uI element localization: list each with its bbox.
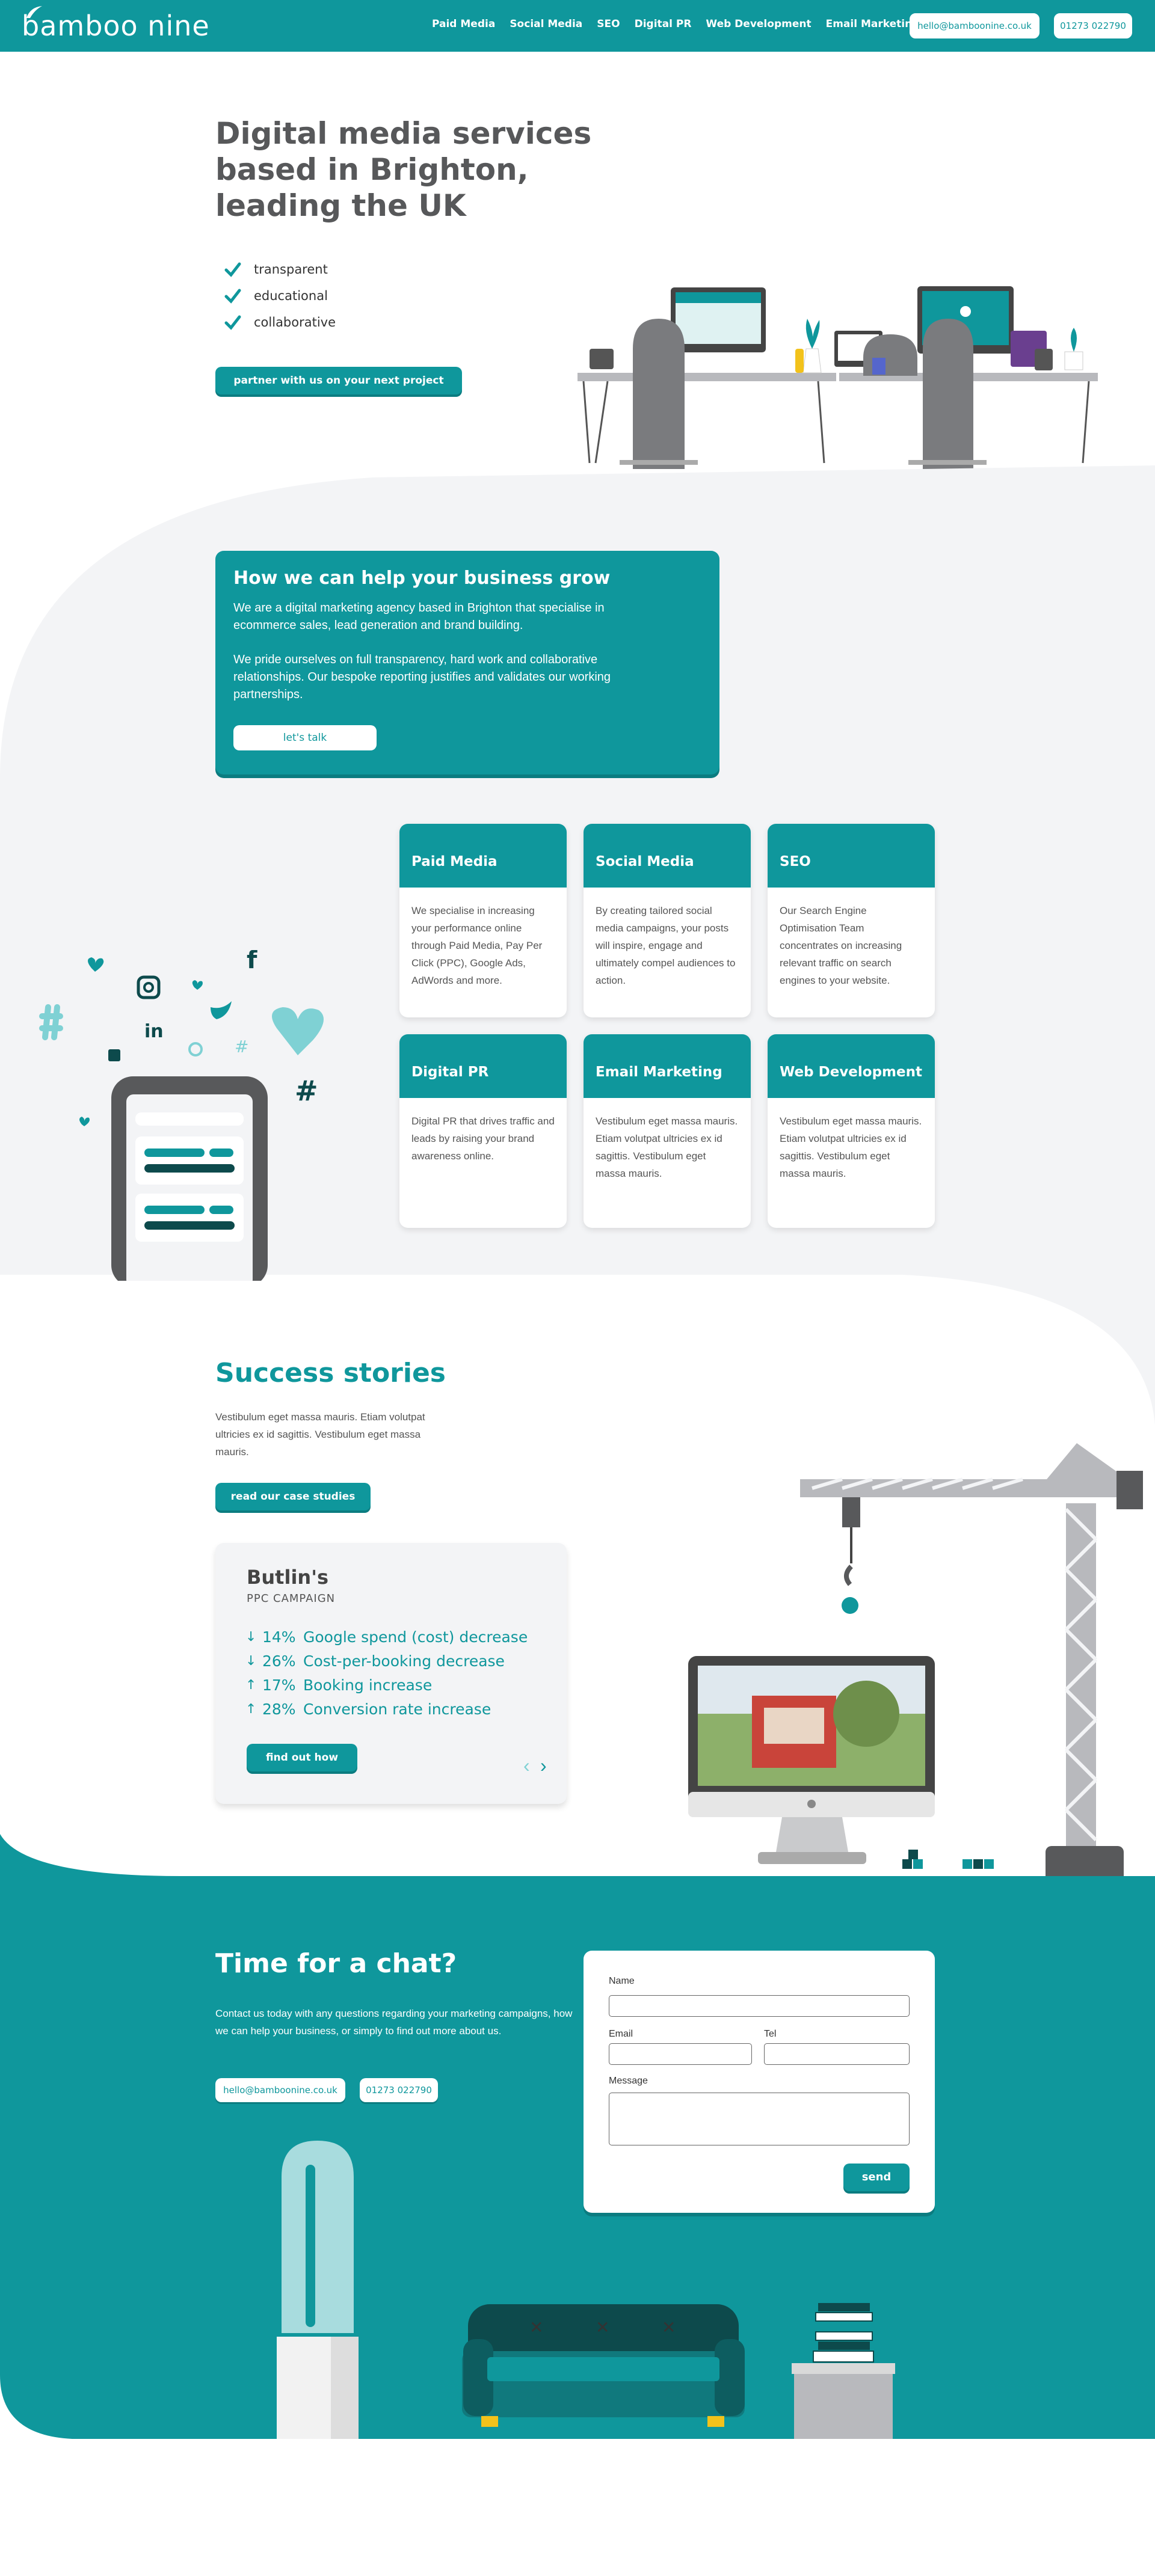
chat-title: Time for a chat? xyxy=(215,1948,457,1979)
arrow-up-icon: ↑ xyxy=(245,1701,257,1717)
check-label: transparent xyxy=(254,262,328,277)
check-icon xyxy=(224,262,241,277)
arrow-up-icon: ↑ xyxy=(245,1677,257,1693)
help-title: How we can help your business grow xyxy=(233,568,611,589)
stat-row: ↑ 17% Booking increase xyxy=(245,1673,528,1697)
check-icon xyxy=(224,289,241,304)
carousel-prev-icon[interactable]: ‹ xyxy=(523,1755,530,1777)
message-textarea[interactable] xyxy=(609,2093,910,2145)
site-logo[interactable]: bamboo nine xyxy=(22,10,210,42)
svg-text:#: # xyxy=(235,1037,248,1056)
help-paragraph-1: We are a digital marketing agency based … xyxy=(233,601,605,632)
check-item: transparent xyxy=(224,256,336,283)
site-header: bamboo nine Paid Media Social Media SEO … xyxy=(0,0,1155,52)
stat-label: Conversion rate increase xyxy=(303,1700,491,1718)
help-paragraph-2: We pride ourselves on full transparency,… xyxy=(233,653,611,701)
header-phone-button[interactable]: 01273 022790 xyxy=(1054,13,1132,38)
stat-row: ↓ 14% Google spend (cost) decrease xyxy=(245,1625,528,1649)
nav-seo[interactable]: SEO xyxy=(597,18,620,30)
stat-label: Google spend (cost) decrease xyxy=(303,1628,528,1646)
svg-text:✕: ✕ xyxy=(662,2317,676,2337)
case-studies-button[interactable]: read our case studies xyxy=(215,1483,371,1510)
nav-web-development[interactable]: Web Development xyxy=(706,18,811,30)
message-label: Message xyxy=(609,2076,648,2086)
email-input[interactable] xyxy=(609,2043,752,2065)
check-item: educational xyxy=(224,283,336,309)
check-item: collaborative xyxy=(224,309,336,336)
nav-paid-media[interactable]: Paid Media xyxy=(432,18,495,30)
service-text: Vestibulum eget massa mauris. Etiam volu… xyxy=(780,1115,922,1179)
svg-text:✕: ✕ xyxy=(529,2317,543,2337)
partner-button[interactable]: partner with us on your next project xyxy=(215,367,462,394)
chat-phone-button[interactable]: 01273 022790 xyxy=(360,2078,438,2102)
hero-title: Digital media services based in Brighton… xyxy=(215,116,592,223)
hero-checklist: transparent educational collaborative xyxy=(224,256,336,336)
stat-row: ↑ 28% Conversion rate increase xyxy=(245,1697,528,1721)
chat-email-button[interactable]: hello@bamboonine.co.uk xyxy=(215,2078,345,2102)
service-text: Our Search Engine Optimisation Team conc… xyxy=(780,905,902,986)
stat-percent: 28% xyxy=(262,1700,296,1718)
service-card-email-marketing[interactable]: Email Marketing Vestibulum eget massa ma… xyxy=(584,1034,751,1228)
stat-percent: 14% xyxy=(262,1628,296,1646)
service-text: Digital PR that drives traffic and leads… xyxy=(411,1115,555,1162)
stat-percent: 17% xyxy=(262,1676,296,1694)
name-input[interactable] xyxy=(609,1995,910,2017)
stat-label: Cost-per-booking decrease xyxy=(303,1652,505,1670)
arrow-down-icon: ↓ xyxy=(245,1629,257,1645)
stat-row: ↓ 26% Cost-per-booking decrease xyxy=(245,1649,528,1673)
service-title: Paid Media xyxy=(399,824,567,888)
service-card-web-development[interactable]: Web Development Vestibulum eget massa ma… xyxy=(768,1034,935,1228)
lounge-illustration: ✕ ✕ ✕ xyxy=(277,2141,895,2439)
success-title: Success stories xyxy=(215,1358,446,1388)
find-out-how-button[interactable]: find out how xyxy=(247,1744,357,1771)
service-title: SEO xyxy=(768,824,935,888)
office-illustration xyxy=(578,286,1098,469)
header-email-button[interactable]: hello@bamboonine.co.uk xyxy=(910,13,1040,38)
chat-text: Contact us today with any questions rega… xyxy=(215,2008,573,2037)
svg-text:✕: ✕ xyxy=(596,2317,609,2337)
check-icon xyxy=(224,315,241,330)
case-title: Butlin's xyxy=(247,1566,329,1589)
nav-digital-pr[interactable]: Digital PR xyxy=(635,18,692,30)
service-card-paid-media[interactable]: Paid Media We specialise in increasing y… xyxy=(399,824,567,1017)
nav-social-media[interactable]: Social Media xyxy=(510,18,582,30)
crane-monitor-illustration xyxy=(688,1443,1143,1882)
main-nav: Paid Media Social Media SEO Digital PR W… xyxy=(432,18,919,30)
service-text: By creating tailored social media campai… xyxy=(596,905,736,986)
stat-percent: 26% xyxy=(262,1652,296,1670)
check-label: educational xyxy=(254,289,328,303)
service-title: Email Marketing xyxy=(584,1034,751,1098)
tel-input[interactable] xyxy=(764,2043,910,2065)
lets-talk-button[interactable]: let's talk xyxy=(233,725,377,750)
social-phone-illustration: f in # # xyxy=(39,950,324,1281)
service-title: Digital PR xyxy=(399,1034,567,1098)
service-text: Vestibulum eget massa mauris. Etiam volu… xyxy=(596,1115,738,1179)
service-title: Social Media xyxy=(584,824,751,888)
check-label: collaborative xyxy=(254,315,336,330)
case-stats: ↓ 14% Google spend (cost) decrease ↓ 26%… xyxy=(245,1625,528,1721)
email-label: Email xyxy=(609,2029,633,2039)
service-text: We specialise in increasing your perform… xyxy=(411,905,543,986)
case-study-card: Butlin's PPC CAMPAIGN ↓ 14% Google spend… xyxy=(215,1543,567,1804)
success-text: Vestibulum eget massa mauris. Etiam volu… xyxy=(215,1411,425,1458)
tel-label: Tel xyxy=(764,2029,777,2039)
carousel-next-icon[interactable]: › xyxy=(540,1755,547,1777)
arrow-down-icon: ↓ xyxy=(245,1653,257,1669)
help-card: How we can help your business grow We ar… xyxy=(215,551,719,774)
name-label: Name xyxy=(609,1976,635,1986)
svg-text:f: f xyxy=(247,950,257,974)
service-card-social-media[interactable]: Social Media By creating tailored social… xyxy=(584,824,751,1017)
service-card-seo[interactable]: SEO Our Search Engine Optimisation Team … xyxy=(768,824,935,1017)
svg-text:in: in xyxy=(144,1021,164,1042)
stat-label: Booking increase xyxy=(303,1676,433,1694)
svg-text:#: # xyxy=(295,1075,318,1107)
service-card-digital-pr[interactable]: Digital PR Digital PR that drives traffi… xyxy=(399,1034,567,1228)
service-title: Web Development xyxy=(768,1034,935,1098)
case-subtitle: PPC CAMPAIGN xyxy=(247,1592,336,1605)
nav-email-marketing[interactable]: Email Marketing xyxy=(826,18,920,30)
